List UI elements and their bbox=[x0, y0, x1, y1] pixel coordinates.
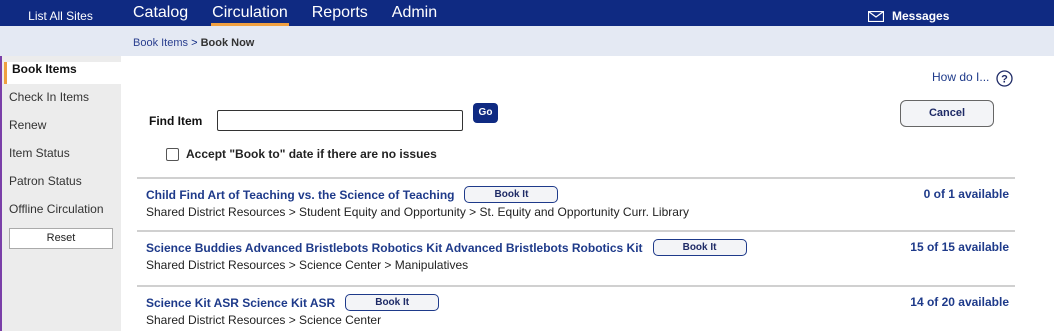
nav-admin[interactable]: Admin bbox=[392, 0, 437, 26]
sidebar-item-offline-circulation[interactable]: Offline Circulation bbox=[9, 202, 104, 216]
book-it-button[interactable]: Book It bbox=[345, 294, 440, 311]
help-icon[interactable]: ? bbox=[996, 70, 1013, 87]
sidebar-item-patron-status[interactable]: Patron Status bbox=[9, 174, 82, 188]
result-title-link[interactable]: Science Kit ASR Science Kit ASR bbox=[146, 296, 335, 310]
breadcrumb-bar: Book Items > Book Now bbox=[0, 26, 1054, 56]
result-item: Science Kit ASR Science Kit ASR Book It … bbox=[137, 285, 1015, 331]
reset-button[interactable]: Reset bbox=[9, 228, 113, 249]
nav-catalog[interactable]: Catalog bbox=[133, 0, 188, 26]
top-navigation-bar: List All Sites Catalog Circulation Repor… bbox=[0, 0, 1054, 26]
how-do-i-link[interactable]: How do I... bbox=[932, 70, 989, 84]
result-title-row: Science Buddies Advanced Bristlebots Rob… bbox=[146, 239, 747, 256]
breadcrumb-book-items-link[interactable]: Book Items bbox=[133, 37, 188, 49]
messages-link[interactable]: Messages bbox=[868, 9, 949, 23]
breadcrumb-current: Book Now bbox=[200, 37, 255, 49]
result-title-row: Science Kit ASR Science Kit ASR Book It bbox=[146, 294, 440, 311]
nav-circulation[interactable]: Circulation bbox=[211, 0, 289, 26]
result-title-row: Child Find Art of Teaching vs. the Scien… bbox=[146, 186, 559, 203]
messages-label: Messages bbox=[892, 9, 950, 23]
breadcrumb: Book Items > Book Now bbox=[133, 37, 254, 49]
book-it-button[interactable]: Book It bbox=[464, 186, 559, 203]
accept-book-to-date-row: Accept "Book to" date if there are no is… bbox=[166, 147, 437, 161]
sidebar-item-book-items[interactable]: Book Items bbox=[4, 62, 121, 84]
accept-book-to-date-label[interactable]: Accept "Book to" date if there are no is… bbox=[186, 147, 437, 161]
breadcrumb-separator: > bbox=[188, 37, 201, 49]
result-location-path: Shared District Resources > Student Equi… bbox=[146, 205, 689, 219]
find-item-input[interactable] bbox=[217, 110, 463, 131]
result-item: Science Buddies Advanced Bristlebots Rob… bbox=[137, 230, 1015, 282]
main-nav: Catalog Circulation Reports Admin bbox=[133, 0, 461, 26]
result-title-link[interactable]: Child Find Art of Teaching vs. the Scien… bbox=[146, 188, 454, 202]
result-title-link[interactable]: Science Buddies Advanced Bristlebots Rob… bbox=[146, 241, 643, 255]
go-button[interactable]: Go bbox=[473, 103, 498, 123]
result-location-path: Shared District Resources > Science Cent… bbox=[146, 313, 382, 327]
sidebar: Book Items Check In Items Renew Item Sta… bbox=[2, 56, 121, 331]
book-it-button[interactable]: Book It bbox=[652, 239, 747, 256]
result-availability: 14 of 20 available bbox=[910, 295, 1009, 309]
result-availability: 15 of 15 available bbox=[910, 240, 1009, 254]
result-availability: 0 of 1 available bbox=[923, 187, 1009, 201]
accept-book-to-date-checkbox[interactable] bbox=[166, 147, 179, 161]
sidebar-item-item-status[interactable]: Item Status bbox=[9, 146, 70, 160]
result-location-path: Shared District Resources > Science Cent… bbox=[146, 258, 469, 272]
cancel-button[interactable]: Cancel bbox=[900, 100, 994, 127]
svg-text:?: ? bbox=[1001, 74, 1008, 86]
sidebar-item-check-in-items[interactable]: Check In Items bbox=[9, 90, 89, 104]
find-item-label: Find Item bbox=[149, 114, 203, 128]
sidebar-item-renew[interactable]: Renew bbox=[9, 118, 46, 132]
envelope-icon bbox=[868, 10, 884, 22]
list-all-sites-link[interactable]: List All Sites bbox=[0, 0, 121, 26]
result-item: Child Find Art of Teaching vs. the Scien… bbox=[137, 177, 1015, 229]
nav-reports[interactable]: Reports bbox=[312, 0, 368, 26]
